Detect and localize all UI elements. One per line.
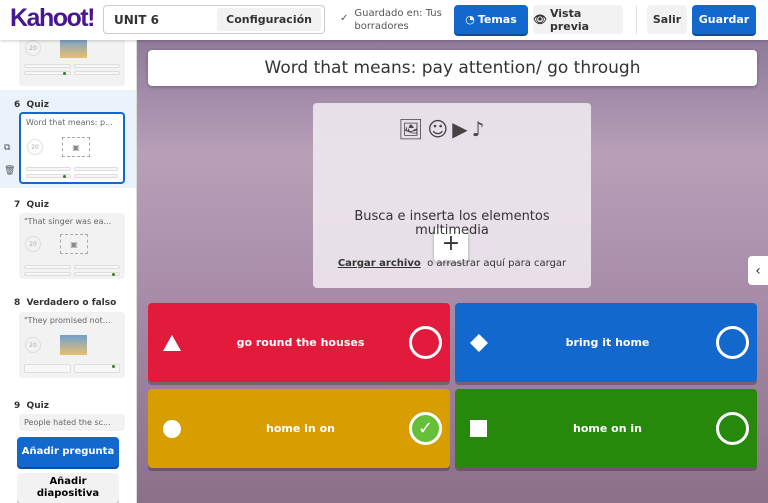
image-placeholder-icon: ▣ (60, 234, 88, 254)
slide-thumbnail[interactable]: People hated the sc... (19, 414, 125, 431)
slide-9[interactable]: 9 Quiz People hated the sc... (0, 396, 136, 432)
duplicate-icon[interactable]: ⧉ (4, 143, 10, 153)
slide-7[interactable]: 7 Quiz "That singer was ea... 20 ▣ (0, 195, 136, 290)
correct-answer-toggle[interactable] (716, 412, 749, 445)
add-question-button[interactable]: Añadir pregunta (17, 437, 119, 467)
circle-icon (152, 419, 192, 439)
slide-thumbnail[interactable]: Word that means: p... 20 ▣ (19, 112, 125, 184)
answer-text[interactable]: home in on (192, 422, 409, 435)
media-types-icon: 🖼☺▶♪ (398, 117, 489, 141)
slide-5[interactable]: 20 (0, 40, 136, 90)
slide-8[interactable]: 8 Verdadero o falso "They promised not..… (0, 294, 136, 389)
editor-canvas: Word that means: pay attention/ go throu… (137, 40, 768, 503)
image-thumbnail (60, 40, 87, 58)
media-title: Busca e inserta los elementos multimedia (354, 209, 550, 238)
preview-button[interactable]: 👁 Vista previa (533, 5, 623, 34)
diamond-icon (459, 333, 499, 353)
question-input[interactable]: Word that means: pay attention/ go throu… (148, 50, 757, 86)
answer-text[interactable]: go round the houses (192, 336, 409, 349)
timer: 20 (25, 40, 41, 56)
answer-option-4[interactable]: home on in (455, 389, 757, 468)
media-dropzone[interactable]: 🖼☺▶♪ + Busca e inserta los elementos mul… (313, 103, 591, 288)
kahoot-title[interactable]: UNIT 6 (114, 13, 217, 27)
answer-option-3[interactable]: home in on ✓ (148, 389, 450, 468)
palette-icon: ◔ (465, 13, 475, 26)
kahoot-logo[interactable]: Kahoot! (10, 4, 95, 33)
timer: 20 (25, 236, 41, 252)
slide-thumbnail[interactable]: 20 (19, 40, 125, 86)
divider (636, 6, 637, 34)
correct-answer-toggle[interactable]: ✓ (409, 412, 442, 445)
themes-button[interactable]: ◔ Temas (454, 5, 528, 34)
collapse-panel-button[interactable]: ‹ (748, 256, 768, 285)
triangle-icon (152, 334, 192, 352)
answer-text[interactable]: home on in (499, 422, 716, 435)
trash-icon[interactable]: 🗑 (4, 166, 15, 176)
image-placeholder-icon: ▣ (62, 137, 90, 157)
eye-icon: 👁 (533, 13, 547, 26)
answer-option-2[interactable]: bring it home (455, 303, 757, 382)
timer: 20 (25, 337, 41, 353)
answer-text[interactable]: bring it home (499, 336, 716, 349)
title-field[interactable]: UNIT 6 Configuración (103, 5, 325, 34)
check-icon: ✓ (340, 13, 349, 24)
chevron-left-icon: ‹ (755, 262, 761, 279)
slide-6[interactable]: 6 Quiz Word that means: p... 20 ▣ ⧉ 🗑 (0, 90, 136, 188)
correct-answer-toggle[interactable] (409, 326, 442, 359)
save-button[interactable]: Guardar (692, 5, 756, 34)
header: Kahoot! UNIT 6 Configuración ✓ Guardado e… (0, 0, 768, 40)
upload-file-link[interactable]: Cargar archivo (338, 258, 421, 269)
slide-thumbnail[interactable]: "That singer was ea... 20 ▣ (19, 213, 125, 279)
slide-thumbnail[interactable]: "They promised not... 20 (19, 312, 125, 378)
square-icon (459, 419, 499, 438)
correct-answer-toggle[interactable] (716, 326, 749, 359)
timer: 20 (27, 139, 43, 155)
image-thumbnail (60, 335, 87, 355)
settings-button[interactable]: Configuración (217, 8, 321, 31)
slide-sidebar: 20 6 Quiz Word that means: p... 20 ▣ ⧉ 🗑… (0, 40, 137, 503)
drag-hint: o arrastrar aquí para cargar (427, 258, 567, 269)
exit-button[interactable]: Salir (647, 5, 687, 34)
add-slide-button[interactable]: Añadir diapositiva (17, 473, 119, 503)
save-status: ✓ Guardado en: Tus borradores (340, 8, 442, 32)
answer-option-1[interactable]: go round the houses (148, 303, 450, 382)
